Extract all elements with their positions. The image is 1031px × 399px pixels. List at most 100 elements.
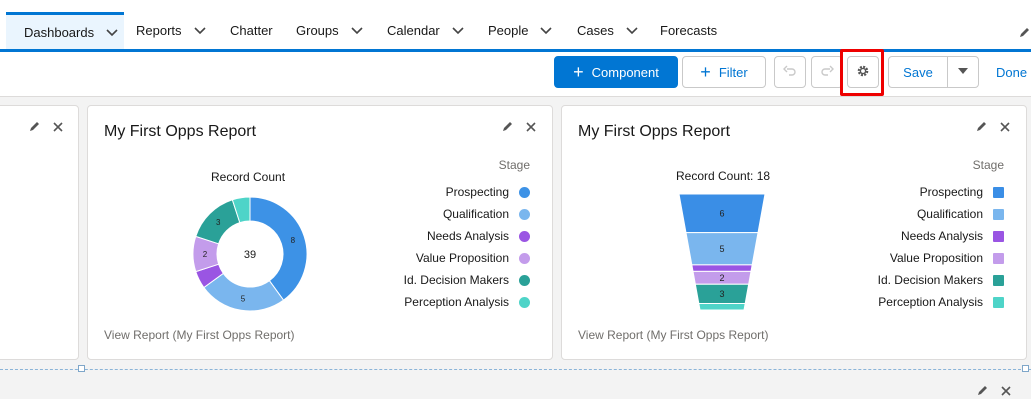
legend-swatch bbox=[519, 186, 530, 198]
legend-label: Prospecting bbox=[445, 185, 509, 199]
legend-label: Needs Analysis bbox=[426, 229, 509, 243]
chart-caption: Record Count bbox=[211, 170, 286, 184]
legend-item: Perception Analysis bbox=[404, 291, 530, 313]
plus-icon: + bbox=[700, 62, 711, 82]
close-icon[interactable] bbox=[999, 384, 1013, 398]
card-tools bbox=[975, 384, 1013, 398]
legend-label: Perception Analysis bbox=[404, 295, 509, 309]
segment-data-label: 6 bbox=[719, 208, 724, 218]
legend-item: Value Proposition bbox=[878, 247, 1004, 269]
redo-button[interactable] bbox=[811, 56, 843, 88]
legend-label: Perception Analysis bbox=[878, 295, 983, 309]
add-component-button[interactable]: + Component bbox=[554, 56, 678, 88]
chevron-down-icon[interactable] bbox=[625, 23, 639, 37]
done-link[interactable]: Done bbox=[996, 65, 1027, 80]
legend-label: Needs Analysis bbox=[900, 229, 983, 243]
partial-card bbox=[0, 105, 79, 360]
legend-label: Prospecting bbox=[919, 185, 983, 199]
slice-data-label: 2 bbox=[203, 250, 208, 259]
close-icon[interactable] bbox=[51, 120, 65, 134]
donut-chart: 8 5 2 3 39 bbox=[192, 196, 308, 312]
legend-item: Value Proposition bbox=[404, 247, 530, 269]
filter-button[interactable]: + Filter bbox=[682, 56, 766, 88]
highlight-box bbox=[840, 49, 884, 96]
legend-item: Needs Analysis bbox=[404, 225, 530, 247]
nav-tab-label: Cases bbox=[577, 22, 614, 38]
nav-tab-label: Forecasts bbox=[660, 22, 718, 38]
redo-icon bbox=[820, 64, 834, 81]
nav-tab-label: Groups bbox=[296, 22, 339, 38]
card-title: My First Opps Report bbox=[104, 123, 257, 140]
pencil-icon[interactable] bbox=[500, 120, 514, 134]
legend-swatch bbox=[519, 296, 530, 308]
save-button[interactable]: Save bbox=[888, 56, 948, 88]
nav-tab-groups[interactable]: Groups bbox=[296, 12, 364, 48]
legend-swatch bbox=[519, 208, 530, 220]
view-report-link[interactable]: View Report (My First Opps Report) bbox=[578, 328, 769, 342]
pencil-icon[interactable] bbox=[975, 384, 989, 398]
chevron-down-icon[interactable] bbox=[350, 23, 364, 37]
legend-label: Id. Decision Makers bbox=[403, 273, 509, 287]
legend-label: Id. Decision Makers bbox=[877, 273, 983, 287]
chevron-down-icon[interactable] bbox=[451, 23, 465, 37]
chevron-down-icon[interactable] bbox=[539, 23, 553, 37]
chevron-down-icon[interactable] bbox=[193, 23, 207, 37]
chart-legend: Stage Prospecting Qualification Needs Anal… bbox=[878, 158, 1004, 313]
chevron-down-icon[interactable] bbox=[105, 25, 119, 39]
caret-down-icon bbox=[956, 64, 970, 81]
close-icon[interactable] bbox=[998, 120, 1012, 134]
legend-items: Prospecting Qualification Needs Analysis Va… bbox=[878, 181, 1004, 313]
pencil-icon[interactable] bbox=[27, 120, 41, 134]
nav-tab-chatter[interactable]: Chatter bbox=[230, 12, 273, 48]
undo-button[interactable] bbox=[774, 56, 806, 88]
legend-item: Needs Analysis bbox=[878, 225, 1004, 247]
chart-caption: Record Count: 18 bbox=[676, 169, 771, 183]
nav-tab-label: Chatter bbox=[230, 22, 273, 38]
resize-handle[interactable] bbox=[78, 365, 85, 372]
donut-slice-prospecting bbox=[249, 196, 308, 301]
nav-tab-forecasts[interactable]: Forecasts bbox=[660, 12, 717, 48]
legend-swatch bbox=[993, 252, 1004, 264]
nav-tab-reports[interactable]: Reports bbox=[136, 12, 207, 48]
legend-swatch bbox=[519, 274, 530, 286]
donut-center-total: 39 bbox=[244, 249, 256, 261]
funnel-chart-card: My First Opps Report Record Count: 18 6 5… bbox=[561, 105, 1027, 360]
save-button-label: Save bbox=[903, 64, 933, 80]
resize-handle[interactable] bbox=[1022, 365, 1029, 372]
undo-icon bbox=[783, 64, 797, 81]
selection-outline bbox=[0, 369, 1031, 370]
legend-item: Id. Decision Makers bbox=[404, 269, 530, 291]
nav-tab-calendar[interactable]: Calendar bbox=[387, 12, 465, 48]
card-title: My First Opps Report bbox=[578, 123, 731, 140]
nav-tab-label: Calendar bbox=[387, 22, 440, 38]
slice-data-label: 3 bbox=[216, 218, 221, 227]
segment-data-label: 2 bbox=[719, 273, 724, 283]
card-tools bbox=[27, 120, 65, 134]
save-menu-button[interactable] bbox=[947, 56, 979, 88]
edit-nav-pencil-icon[interactable] bbox=[1017, 26, 1031, 40]
legend-items: Prospecting Qualification Needs Analysis Va… bbox=[404, 181, 530, 313]
pencil-icon[interactable] bbox=[974, 120, 988, 134]
segment-data-label: 5 bbox=[719, 244, 724, 254]
legend-swatch bbox=[519, 252, 530, 264]
filter-button-label: Filter bbox=[718, 64, 748, 80]
legend-swatch bbox=[993, 296, 1004, 308]
nav-tab-label: Dashboards bbox=[24, 24, 95, 40]
legend-item: Qualification bbox=[878, 203, 1004, 225]
slice-data-label: 5 bbox=[241, 294, 246, 303]
card-tools bbox=[974, 120, 1012, 134]
nav-tab-dashboards[interactable]: Dashboards bbox=[6, 12, 124, 49]
nav-tab-people[interactable]: People bbox=[488, 12, 553, 48]
close-icon[interactable] bbox=[524, 120, 538, 134]
legend-swatch bbox=[993, 186, 1004, 198]
legend-swatch bbox=[993, 208, 1004, 220]
funnel-chart: 6 5 2 3 bbox=[678, 194, 766, 311]
view-report-link[interactable]: View Report (My First Opps Report) bbox=[104, 328, 295, 342]
legend-item: Qualification bbox=[404, 203, 530, 225]
legend-label: Value Proposition bbox=[415, 251, 509, 265]
nav-tab-label: People bbox=[488, 22, 529, 38]
nav-tab-cases[interactable]: Cases bbox=[577, 12, 639, 48]
slice-data-label: 8 bbox=[291, 236, 296, 245]
legend-swatch bbox=[993, 230, 1004, 242]
global-nav-bar: Dashboards Reports Chatter Groups Calend… bbox=[0, 0, 1031, 52]
